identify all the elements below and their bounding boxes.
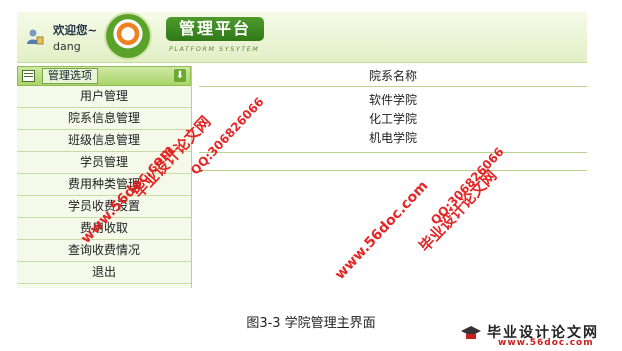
- sidebar-item-fee-query[interactable]: 查询收费情况: [17, 240, 191, 262]
- user-icon: [27, 29, 44, 45]
- collapse-arrow-icon[interactable]: ⬇: [174, 69, 186, 82]
- username: dang: [53, 40, 81, 53]
- column-header-department-name: 院系名称: [199, 66, 587, 87]
- app-header: 欢迎您~ dang 管理平台 PLATFORM SYSYTEM: [17, 12, 587, 63]
- welcome-text: 欢迎您~: [53, 23, 98, 37]
- logo-icon: [106, 14, 150, 58]
- sidebar-title: 管理选项: [42, 68, 98, 84]
- table-bottom-border: [199, 170, 587, 171]
- department-table: 院系名称 软件学院 化工学院 机电学院: [199, 66, 587, 171]
- table-row[interactable]: 机电学院: [199, 129, 587, 148]
- sidebar-item-logout[interactable]: 退出: [17, 262, 191, 284]
- logo-title: 管理平台: [166, 17, 264, 41]
- footer-site-url: www.56doc.com: [498, 338, 594, 348]
- footer-logo: 毕业设计论文网 www.56doc.com: [460, 322, 616, 348]
- menu-icon: [22, 70, 35, 82]
- sidebar-header: 管理选项 ⬇: [17, 66, 191, 86]
- table-empty-row: [199, 152, 587, 170]
- sidebar-item-department-management[interactable]: 院系信息管理: [17, 108, 191, 130]
- logo-subtitle: PLATFORM SYSYTEM: [169, 45, 260, 53]
- graduation-cap-icon: [461, 326, 481, 339]
- sidebar-item-user-management[interactable]: 用户管理: [17, 86, 191, 108]
- watermark-site-name: 毕业设计论文网: [415, 166, 501, 256]
- watermark-url: www.56doc.com: [332, 178, 432, 283]
